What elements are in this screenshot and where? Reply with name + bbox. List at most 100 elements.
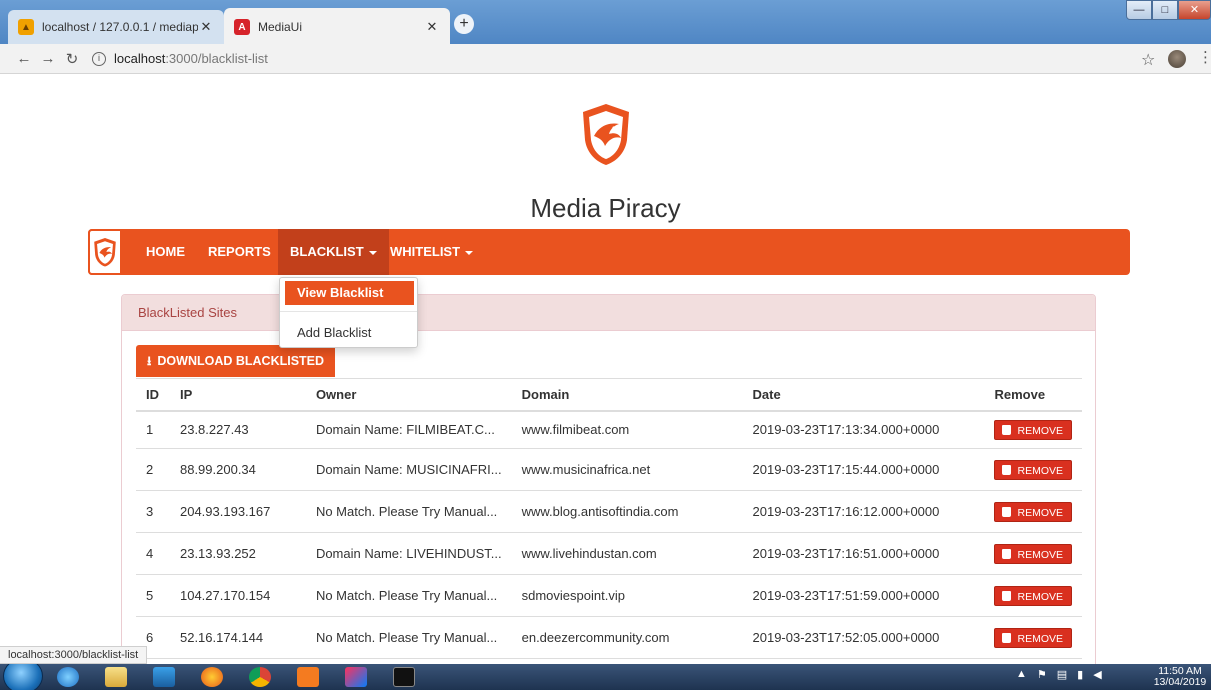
- cell-ip: 23.8.227.43: [169, 410, 306, 449]
- column-header-domain: Domain: [511, 378, 743, 412]
- nav-whitelist[interactable]: WHITELIST: [378, 229, 485, 275]
- cell-ip: 88.99.200.34: [169, 448, 306, 491]
- cell-id: 3: [136, 490, 170, 533]
- cell-remove: REMOVE: [984, 448, 1082, 491]
- windows-taskbar: ▲ ⚑ ▤ ▮ ◀ 11:50 AM 13/04/2019: [0, 658, 1211, 690]
- cell-domain: en.deezercommunity.com: [511, 616, 743, 659]
- column-header-remove: Remove: [984, 378, 1082, 412]
- signal-icon[interactable]: ▮: [1077, 668, 1083, 681]
- forward-arrow-icon[interactable]: →: [36, 50, 60, 67]
- cell-date: 2019-03-23T17:13:34.000+0000: [742, 410, 985, 449]
- trash-icon: [1002, 464, 1012, 475]
- cell-owner: No Match. Please Try Manual...: [305, 490, 512, 533]
- info-icon[interactable]: i: [92, 51, 106, 66]
- blacklisted-sites-panel: BlackListed Sites ⭳ DOWNLOAD BLACKLISTED …: [121, 294, 1096, 674]
- cell-owner: Domain Name: LIVEHINDUST...: [305, 532, 512, 575]
- nav-home[interactable]: HOME: [134, 229, 197, 275]
- internet-explorer-icon[interactable]: [44, 665, 92, 689]
- system-tray: ▲ ⚑ ▤ ▮ ◀: [1016, 668, 1102, 681]
- cell-ip: 23.13.93.252: [169, 532, 306, 575]
- cell-date: 2019-03-23T17:52:05.000+0000: [742, 616, 985, 659]
- close-icon[interactable]: ✕: [198, 19, 214, 35]
- tab-title: localhost / 127.0.0.1 / mediapirac: [42, 20, 198, 34]
- remove-button[interactable]: REMOVE: [994, 543, 1072, 564]
- cell-remove: REMOVE: [984, 532, 1082, 575]
- nav-blacklist[interactable]: BLACKLIST: [278, 229, 389, 275]
- clock-date: 13/04/2019: [1153, 676, 1207, 688]
- nav-blacklist-label: BLACKLIST: [290, 244, 364, 259]
- cell-date: 2019-03-23T17:16:51.000+0000: [742, 532, 985, 575]
- menu-item-view-blacklist[interactable]: View Blacklist: [285, 281, 414, 305]
- blacklist-dropdown-menu: View Blacklist Add Blacklist: [279, 277, 418, 348]
- action-center-flag-icon[interactable]: ⚑: [1037, 668, 1047, 681]
- phpmyadmin-icon: ▲: [18, 19, 34, 35]
- cell-domain: www.musicinafrica.net: [511, 448, 743, 491]
- media-player-icon[interactable]: [140, 665, 188, 689]
- blacklist-table: ID IP Owner Domain Date Remove 1 23.8.22…: [136, 378, 1082, 659]
- network-icon[interactable]: ▤: [1057, 668, 1067, 681]
- main-navbar: HOME REPORTS BLACKLIST WHITELIST: [88, 229, 1130, 275]
- nav-reports-label: REPORTS: [208, 244, 271, 259]
- trash-icon: [1002, 424, 1012, 435]
- caret-down-icon: [368, 250, 377, 255]
- volume-icon[interactable]: ◀: [1093, 668, 1101, 681]
- cell-owner: No Match. Please Try Manual...: [305, 574, 512, 617]
- table-row: 1 23.8.227.43 Domain Name: FILMIBEAT.C..…: [136, 410, 1082, 449]
- file-explorer-icon[interactable]: [92, 665, 140, 689]
- remove-button[interactable]: REMOVE: [994, 627, 1072, 648]
- nav-reports[interactable]: REPORTS: [196, 229, 283, 275]
- cell-domain: www.filmibeat.com: [511, 410, 743, 449]
- address-bar: ← → ↻ i localhost:3000/blacklist-list: [0, 44, 1211, 74]
- remove-button[interactable]: REMOVE: [994, 585, 1072, 606]
- maximize-button[interactable]: □: [1152, 0, 1178, 20]
- navbar-logo[interactable]: [88, 229, 122, 275]
- caret-down-icon: [465, 250, 474, 255]
- intellij-icon[interactable]: [332, 665, 380, 689]
- window-close-button[interactable]: ✕: [1178, 0, 1211, 20]
- bookmark-star-icon[interactable]: ☆: [1141, 50, 1155, 70]
- table-header-row: ID IP Owner Domain Date Remove: [136, 378, 1082, 412]
- panel-heading: BlackListed Sites: [122, 295, 1095, 331]
- cell-id: 1: [136, 410, 170, 449]
- chrome-icon[interactable]: [236, 665, 284, 689]
- browser-menu-icon[interactable]: ⋮: [1198, 48, 1211, 66]
- minimize-button[interactable]: —: [1126, 0, 1152, 20]
- xampp-icon[interactable]: [284, 665, 332, 689]
- firefox-icon[interactable]: [188, 665, 236, 689]
- remove-label: REMOVE: [1017, 632, 1063, 645]
- remove-label: REMOVE: [1017, 590, 1063, 603]
- cell-remove: REMOVE: [984, 616, 1082, 659]
- tab-title: MediaUi: [258, 20, 303, 34]
- url-field[interactable]: i localhost:3000/blacklist-list: [92, 51, 268, 66]
- column-header-id: ID: [136, 378, 170, 412]
- menu-item-add-blacklist[interactable]: Add Blacklist: [285, 321, 414, 345]
- tray-chevron-icon[interactable]: ▲: [1016, 668, 1027, 681]
- taskbar-clock[interactable]: 11:50 AM 13/04/2019: [1152, 666, 1208, 688]
- browser-tab-phpmyadmin[interactable]: ▲ localhost / 127.0.0.1 / mediapirac ✕: [8, 10, 224, 44]
- command-prompt-icon[interactable]: [380, 665, 428, 689]
- remove-button[interactable]: REMOVE: [994, 501, 1072, 522]
- cell-remove: REMOVE: [984, 490, 1082, 533]
- remove-label: REMOVE: [1017, 464, 1063, 477]
- close-icon[interactable]: ✕: [424, 19, 440, 35]
- media-piracy-logo: [583, 104, 629, 165]
- profile-avatar[interactable]: [1168, 50, 1186, 68]
- remove-label: REMOVE: [1017, 424, 1063, 437]
- cell-id: 5: [136, 574, 170, 617]
- back-arrow-icon[interactable]: ←: [12, 50, 36, 67]
- cell-domain: www.blog.antisoftindia.com: [511, 490, 743, 533]
- remove-button[interactable]: REMOVE: [994, 419, 1072, 440]
- reload-icon[interactable]: ↻: [60, 50, 84, 68]
- column-header-owner: Owner: [305, 378, 512, 412]
- trash-icon: [1002, 590, 1012, 601]
- cell-id: 2: [136, 448, 170, 491]
- download-icon: ⭳: [147, 354, 152, 368]
- cell-id: 4: [136, 532, 170, 575]
- new-tab-button[interactable]: +: [454, 14, 474, 34]
- browser-tab-mediaui[interactable]: A MediaUi ✕: [224, 8, 450, 46]
- table-row: 6 52.16.174.144 No Match. Please Try Man…: [136, 616, 1082, 659]
- download-blacklisted-button[interactable]: ⭳ DOWNLOAD BLACKLISTED: [136, 345, 336, 377]
- remove-label: REMOVE: [1017, 506, 1063, 519]
- browser-status-url: localhost:3000/blacklist-list: [0, 646, 148, 664]
- remove-button[interactable]: REMOVE: [994, 459, 1072, 480]
